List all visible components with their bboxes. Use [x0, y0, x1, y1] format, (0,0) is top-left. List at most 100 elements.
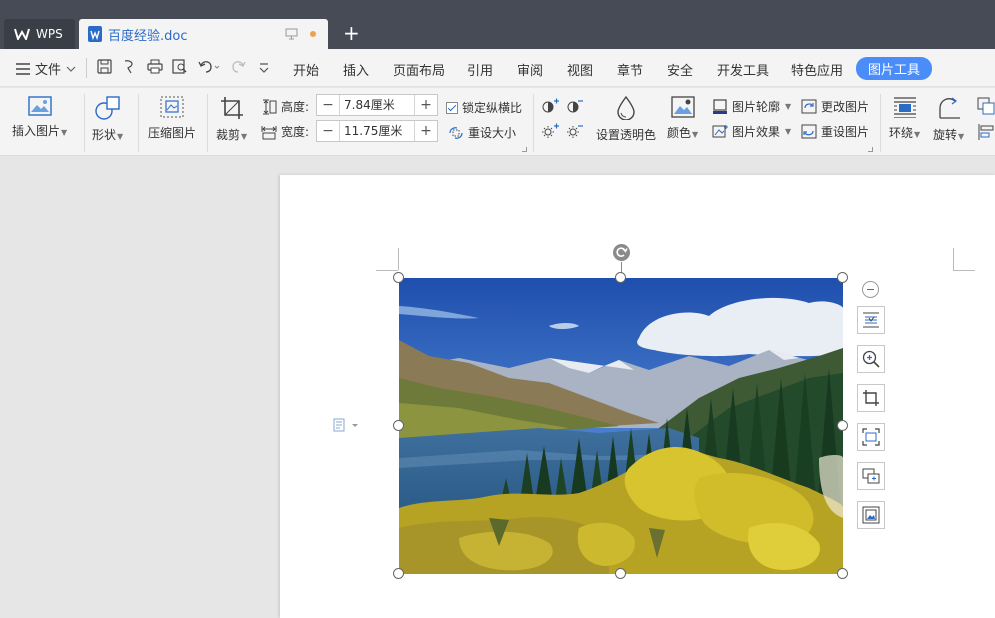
- height-label: 高度:: [281, 100, 310, 114]
- width-input[interactable]: 11.75厘米: [339, 121, 415, 141]
- save-icon[interactable]: [97, 59, 112, 74]
- menu-separator: [86, 58, 87, 78]
- resize-handle-bottom-left[interactable]: [393, 568, 404, 579]
- document-tab[interactable]: 百度经验.doc: [79, 19, 328, 49]
- resize-handle-left[interactable]: [393, 420, 404, 431]
- crop-picture-button[interactable]: [857, 384, 885, 412]
- shape-label: 形状: [92, 128, 117, 142]
- compress-picture-button[interactable]: 压缩图片: [148, 96, 196, 141]
- height-increase-button[interactable]: +: [415, 95, 437, 115]
- resize-handle-top[interactable]: [615, 272, 626, 283]
- shape-button[interactable]: 形状▼: [92, 96, 123, 143]
- reset-size-button[interactable]: 重设大小: [448, 124, 516, 141]
- tab-references[interactable]: 引用: [467, 60, 493, 79]
- tab-chapter[interactable]: 章节: [617, 60, 643, 79]
- resize-handle-bottom[interactable]: [615, 568, 626, 579]
- picture-outline-label: 图片轮廓: [732, 100, 781, 114]
- width-decrease-button[interactable]: −: [317, 121, 339, 141]
- size-dialog-launcher[interactable]: [522, 147, 527, 152]
- wrap-button[interactable]: 环绕▼: [889, 96, 920, 141]
- rotate-handle-icon[interactable]: [612, 243, 631, 262]
- insert-picture-button[interactable]: 插入图片▼: [12, 96, 67, 139]
- redo-icon[interactable]: [231, 59, 246, 74]
- group-icon[interactable]: [977, 123, 995, 141]
- width-icon: [261, 125, 277, 139]
- crop-icon: [863, 390, 879, 406]
- lock-ratio-label: 锁定纵横比: [462, 101, 523, 115]
- increase-brightness-icon[interactable]: [541, 123, 559, 139]
- reset-picture-label: 重设图片: [821, 125, 870, 139]
- picture-outline-icon: [713, 99, 727, 114]
- menu-bar: 文件 开始 插入 页面布局 引用 审阅 视图 章节 安全 开发工具 特色应用 图…: [0, 49, 995, 87]
- height-stepper[interactable]: − 7.84厘米 +: [316, 94, 438, 116]
- picture-effect-label: 图片效果: [732, 125, 781, 139]
- picture-to-text-button[interactable]: [857, 423, 885, 451]
- paragraph-layout-icon[interactable]: [333, 418, 359, 432]
- landscape-photo: [399, 278, 843, 574]
- picture-gallery-button[interactable]: [857, 501, 885, 529]
- zoom-picture-button[interactable]: [857, 345, 885, 373]
- rotate-icon: [938, 97, 960, 119]
- ribbon-separator: [533, 94, 534, 152]
- picture-icon: [27, 96, 52, 116]
- picture-stitch-button[interactable]: [857, 462, 885, 490]
- tab-picture-tools[interactable]: 图片工具: [856, 57, 933, 80]
- set-transparent-label: 设置透明色: [596, 128, 657, 142]
- resize-handle-top-left[interactable]: [393, 272, 404, 283]
- margin-mark: [376, 270, 398, 271]
- monitor-icon[interactable]: [285, 28, 298, 40]
- align-icon[interactable]: [977, 97, 995, 115]
- picture-dialog-launcher[interactable]: [868, 147, 873, 152]
- wrap-label: 环绕: [889, 126, 914, 140]
- title-bar: WPS 百度经验.doc +: [0, 0, 995, 49]
- picture-effect-button[interactable]: 图片效果 ▼: [712, 123, 791, 140]
- tab-insert[interactable]: 插入: [343, 60, 369, 79]
- tab-start[interactable]: 开始: [293, 60, 319, 79]
- ribbon-separator: [880, 94, 881, 152]
- decrease-contrast-icon[interactable]: [566, 98, 584, 114]
- insert-picture-label: 插入图片: [12, 124, 61, 138]
- height-decrease-button[interactable]: −: [317, 95, 339, 115]
- set-transparent-button[interactable]: 设置透明色: [596, 96, 656, 143]
- scan-icon: [862, 428, 880, 446]
- width-stepper[interactable]: − 11.75厘米 +: [316, 120, 438, 142]
- height-control: 高度:: [261, 98, 309, 115]
- collapse-toolbar-button[interactable]: [862, 281, 879, 298]
- change-picture-button[interactable]: 更改图片: [801, 98, 869, 115]
- picture-outline-button[interactable]: 图片轮廓 ▼: [712, 98, 791, 115]
- resize-handle-right[interactable]: [837, 420, 848, 431]
- rotate-button[interactable]: 旋转▼: [933, 96, 964, 143]
- increase-contrast-icon[interactable]: [541, 98, 559, 114]
- new-tab-button[interactable]: +: [343, 21, 360, 45]
- undo-icon[interactable]: [198, 59, 220, 74]
- zoom-in-icon: [862, 350, 880, 368]
- customize-toolbar-icon[interactable]: [259, 59, 269, 74]
- color-button[interactable]: 颜色▼: [667, 96, 698, 141]
- margin-mark: [398, 248, 399, 270]
- width-increase-button[interactable]: +: [415, 121, 437, 141]
- tab-view[interactable]: 视图: [567, 60, 593, 79]
- print-icon[interactable]: [147, 59, 163, 74]
- resize-handle-bottom-right[interactable]: [837, 568, 848, 579]
- layout-options-button[interactable]: [857, 306, 885, 334]
- tab-review[interactable]: 审阅: [517, 60, 543, 79]
- file-menu[interactable]: 文件: [16, 59, 76, 78]
- wps-home-tab[interactable]: WPS: [4, 19, 75, 49]
- format-painter-icon[interactable]: [122, 59, 137, 74]
- file-menu-label: 文件: [35, 63, 62, 78]
- lock-ratio-checkbox[interactable]: 锁定纵横比: [446, 99, 522, 116]
- decrease-brightness-icon[interactable]: [566, 123, 584, 139]
- selected-picture[interactable]: [399, 278, 843, 574]
- height-input[interactable]: 7.84厘米: [339, 95, 415, 115]
- tab-special[interactable]: 特色应用: [791, 60, 843, 79]
- droplet-icon: [617, 96, 635, 120]
- reset-picture-button[interactable]: 重设图片: [801, 123, 869, 140]
- resize-handle-top-right[interactable]: [837, 272, 848, 283]
- picture-effect-icon: [712, 125, 728, 138]
- tab-developer[interactable]: 开发工具: [717, 60, 769, 79]
- ribbon-separator: [207, 94, 208, 152]
- tab-page-layout[interactable]: 页面布局: [393, 60, 445, 79]
- print-preview-icon[interactable]: [172, 59, 188, 74]
- tab-security[interactable]: 安全: [667, 60, 693, 79]
- crop-button[interactable]: 裁剪▼: [216, 96, 247, 143]
